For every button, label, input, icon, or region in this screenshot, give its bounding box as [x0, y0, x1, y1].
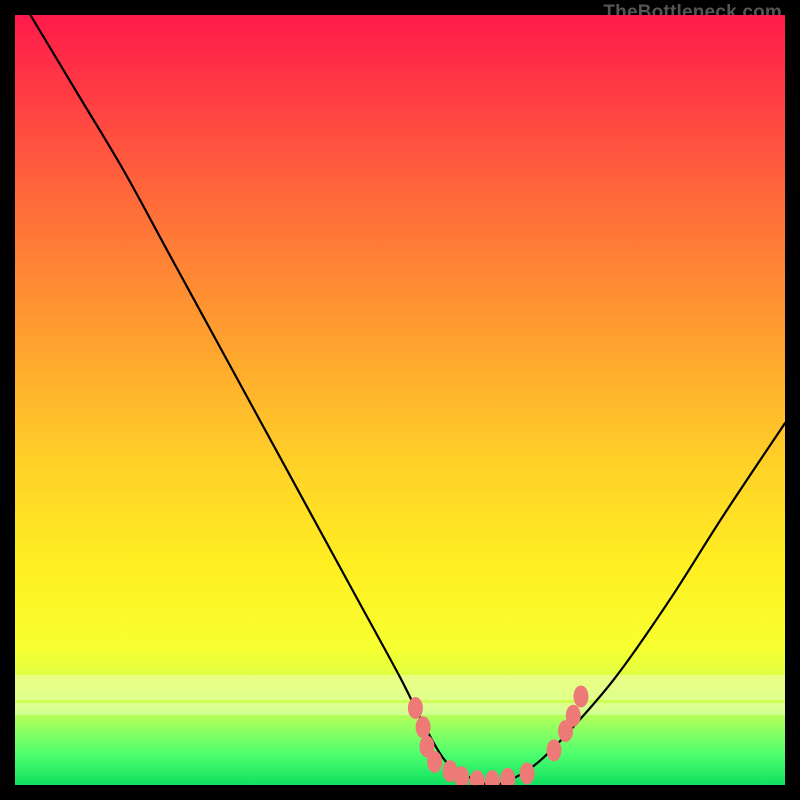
bottleneck-curve	[30, 15, 785, 785]
highlight-dot	[416, 716, 431, 738]
highlight-dot	[566, 705, 581, 727]
marker-layer	[408, 685, 589, 785]
plot-area	[15, 15, 785, 785]
highlight-dot	[470, 770, 485, 785]
highlight-dot	[500, 768, 515, 785]
highlight-dot	[485, 770, 500, 785]
highlight-dot	[427, 751, 442, 773]
highlight-dot	[573, 685, 588, 707]
chart-frame	[15, 15, 785, 785]
chart-svg	[15, 15, 785, 785]
curve-layer	[30, 15, 785, 785]
highlight-dot	[547, 739, 562, 761]
highlight-dot	[408, 697, 423, 719]
highlight-dot	[520, 762, 535, 784]
